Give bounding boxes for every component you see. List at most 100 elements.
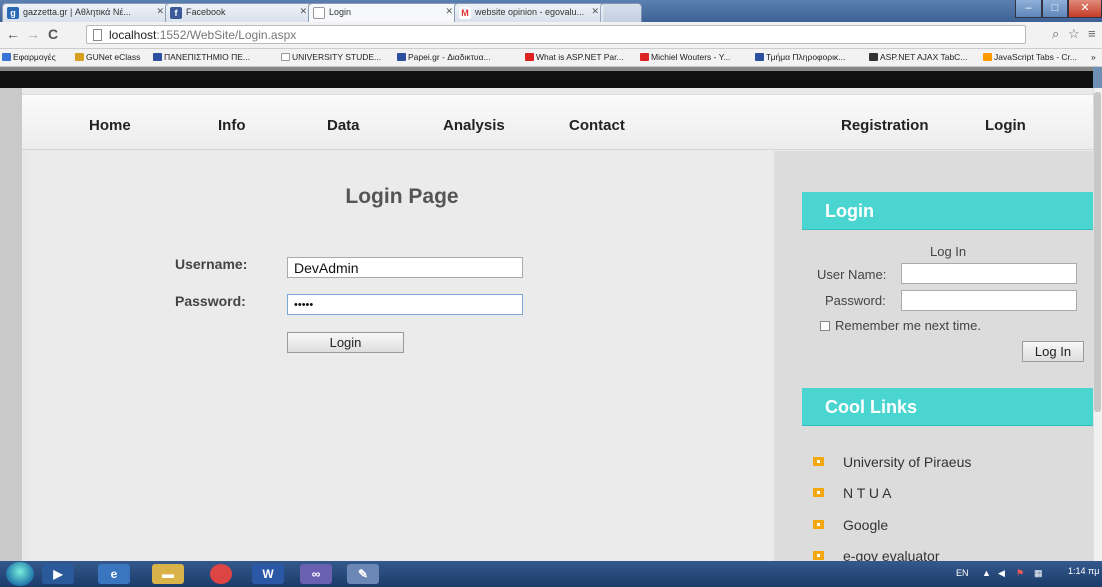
bookmark-label: ASP.NET AJAX TabC... (880, 52, 968, 62)
action-center-flag-icon[interactable]: ⚑ (1016, 568, 1024, 579)
sidebar-log-in-button[interactable]: Log In (1022, 341, 1084, 362)
minimize-button[interactable]: – (1015, 0, 1042, 18)
word-icon[interactable]: W (252, 564, 284, 584)
network-icon[interactable]: ▦ (1034, 568, 1043, 579)
address-bar-row: ← → C localhost:1552/WebSite/Login.aspx … (0, 22, 1102, 49)
bookmarks-overflow-icon[interactable]: » (1091, 52, 1096, 62)
language-indicator[interactable]: EN (956, 568, 969, 578)
browser-window: g gazzetta.gr | Αθλητικά Νέ... ✕ f Faceb… (0, 0, 1102, 587)
link-bullet-icon (813, 551, 824, 560)
link-egov-evaluator[interactable]: e-gov evaluator (843, 548, 940, 561)
log-in-title: Log In (930, 244, 967, 259)
maximize-button[interactable]: □ (1042, 0, 1068, 18)
link-university-piraeus[interactable]: University of Piraeus (843, 454, 971, 470)
sidebar: Login Log In User Name: Password: Rememb… (774, 151, 1093, 561)
forward-arrow-icon[interactable]: → (26, 26, 40, 42)
close-tab-icon[interactable]: ✕ (299, 6, 307, 17)
youtube-icon (525, 53, 534, 61)
link-ntua[interactable]: N T U A (843, 485, 892, 501)
reload-icon[interactable]: C (48, 26, 58, 42)
username-input[interactable]: DevAdmin (287, 257, 523, 278)
bookmark-label: Michiel Wouters - Y... (651, 52, 731, 62)
visual-studio-icon[interactable]: ∞ (300, 564, 332, 584)
nav-contact[interactable]: Contact (569, 117, 625, 134)
media-player-icon[interactable]: ▶ (42, 564, 74, 584)
cool-links-header: Cool Links (802, 388, 1093, 425)
bookmark-tmima[interactable]: Τμήμα Πληροφορικ... (755, 52, 845, 62)
bookmark-apps[interactable]: Εφαρμογές (2, 52, 56, 62)
paint-icon[interactable]: ✎ (347, 564, 379, 584)
folder-icon[interactable]: ▬ (152, 564, 184, 584)
new-tab-button[interactable] (600, 3, 642, 22)
bookmark-university[interactable]: ΠΑΝΕΠΙΣΤΗΜΙΟ ΠΕ... (153, 52, 250, 62)
scrollbar-thumb[interactable] (1094, 92, 1101, 412)
clock[interactable]: 1:14 πμ (1068, 566, 1099, 576)
page-icon (93, 29, 102, 41)
link-google[interactable]: Google (843, 517, 888, 533)
tab-strip: g gazzetta.gr | Αθλητικά Νέ... ✕ f Faceb… (0, 0, 1102, 22)
bookmark-students[interactable]: UNIVERSITY STUDE... (281, 52, 381, 62)
tab-title: website opinion - egovalu... (475, 7, 585, 17)
tab-gmail[interactable]: M website opinion - egovalu... ✕ (454, 3, 604, 22)
login-panel-header: Login (802, 192, 1093, 229)
tab-title: Login (329, 7, 352, 17)
youtube-icon (640, 53, 649, 61)
bookmark-label: UNIVERSITY STUDE... (292, 52, 382, 62)
bookmark-michiel[interactable]: Michiel Wouters - Y... (640, 52, 730, 62)
main-navigation: Home Info Data Analysis Contact Registra… (22, 94, 1093, 150)
page-icon (313, 7, 325, 19)
bookmark-label: What is ASP.NET Par... (536, 52, 624, 62)
sidebar-password-input[interactable] (901, 290, 1077, 311)
bookmark-aspnet-par[interactable]: What is ASP.NET Par... (525, 52, 624, 62)
link-bullet-icon (813, 457, 824, 466)
aspnet-icon (869, 53, 878, 61)
tab-login[interactable]: Login ✕ (308, 3, 458, 22)
zoom-icon[interactable]: ⌕ (1052, 26, 1059, 42)
web-page: Home Info Data Analysis Contact Registra… (0, 88, 1093, 561)
bookmark-papei[interactable]: Papei.gr - Διαδικτυα... (397, 52, 491, 62)
close-tab-icon[interactable]: ✕ (156, 6, 164, 17)
close-tab-icon[interactable]: ✕ (445, 6, 453, 17)
remember-me-checkbox[interactable] (820, 321, 830, 331)
windows-taskbar: ▶ e ▬ W ∞ ✎ EN ▲ ◀ ⚑ ▦ 1:14 πμ (0, 561, 1102, 587)
sidebar-username-input[interactable] (901, 263, 1077, 284)
user-name-label: User Name: (817, 267, 887, 282)
url-host: localhost (109, 28, 157, 42)
login-button[interactable]: Login (287, 332, 404, 353)
page-icon (281, 53, 290, 61)
gunet-icon (75, 53, 84, 61)
tab-facebook[interactable]: f Facebook ✕ (165, 3, 312, 22)
back-arrow-icon[interactable]: ← (6, 26, 20, 42)
gazzetta-icon: g (7, 7, 19, 19)
close-window-button[interactable]: ✕ (1068, 0, 1102, 18)
volume-icon[interactable]: ◀ (998, 568, 1005, 579)
bookmark-star-icon[interactable]: ☆ (1068, 26, 1080, 42)
bookmark-ajax[interactable]: ASP.NET AJAX TabC... (869, 52, 967, 62)
nav-analysis[interactable]: Analysis (443, 117, 505, 134)
nav-data[interactable]: Data (327, 117, 360, 134)
bookmark-label: JavaScript Tabs - Cr... (994, 52, 1077, 62)
nav-home[interactable]: Home (89, 117, 131, 134)
nav-login[interactable]: Login (985, 117, 1026, 134)
close-tab-icon[interactable]: ✕ (591, 6, 599, 17)
bookmark-label: ΠΑΝΕΠΙΣΤΗΜΙΟ ΠΕ... (164, 52, 251, 62)
bookmark-jstabs[interactable]: JavaScript Tabs - Cr... (983, 52, 1077, 62)
tab-title: Facebook (186, 7, 226, 17)
nav-registration[interactable]: Registration (841, 117, 929, 134)
show-hidden-icons[interactable]: ▲ (982, 568, 991, 578)
bookmark-gunet[interactable]: GUNet eClass (75, 52, 140, 62)
flag-icon (755, 53, 764, 61)
chrome-icon[interactable] (210, 564, 232, 584)
password-label: Password: (175, 293, 246, 309)
nav-info[interactable]: Info (218, 117, 246, 134)
url-input[interactable]: localhost:1552/WebSite/Login.aspx (86, 25, 1026, 44)
url-path: :1552/WebSite/Login.aspx (156, 28, 297, 42)
menu-icon[interactable]: ≡ (1088, 26, 1096, 41)
internet-explorer-icon[interactable]: e (98, 564, 130, 584)
page-top-bar (0, 67, 1093, 88)
bookmark-label: Τμήμα Πληροφορικ... (766, 52, 846, 62)
page-left-edge (0, 88, 22, 561)
start-button[interactable] (6, 562, 34, 586)
tab-gazzetta[interactable]: g gazzetta.gr | Αθλητικά Νέ... ✕ (2, 3, 169, 22)
password-input[interactable]: ••••• (287, 294, 523, 315)
